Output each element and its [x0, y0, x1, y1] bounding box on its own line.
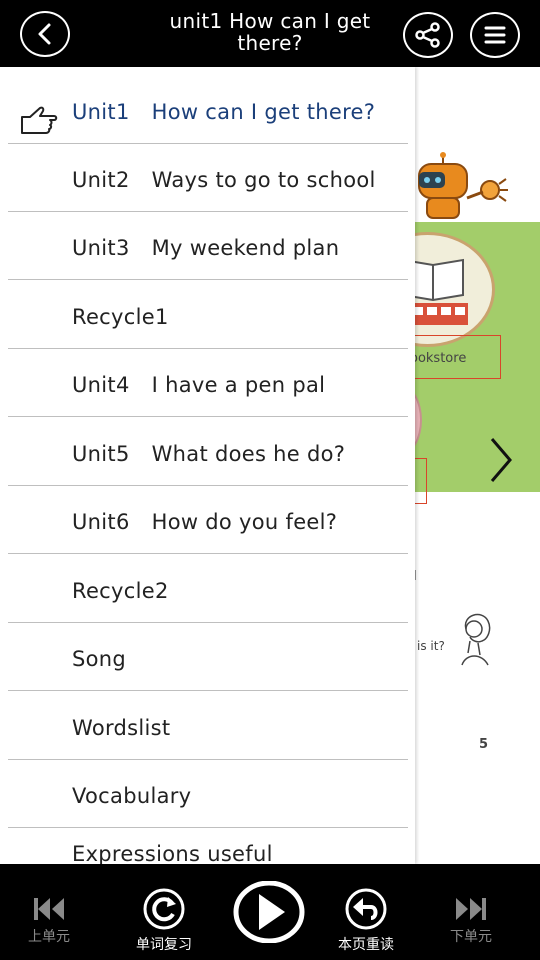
divider	[8, 279, 408, 280]
word-review-button[interactable]: 单词复习	[136, 888, 192, 954]
reread-page-button[interactable]: 本页重读	[338, 888, 394, 954]
menu-item-label: Unit1 How can I get there?	[72, 100, 375, 124]
divider	[8, 759, 408, 760]
menu-item-recycle2[interactable]: Recycle2	[0, 558, 415, 626]
next-unit-button[interactable]: 下单元	[450, 896, 492, 946]
menu-item-expressions[interactable]: Expressions useful	[0, 832, 415, 864]
menu-item-unit2[interactable]: Unit2 Ways to go to school	[0, 147, 415, 215]
menu-item-song[interactable]: Song	[0, 626, 415, 694]
next-unit-label: 下单元	[450, 929, 492, 945]
prev-unit-button[interactable]: 上单元	[28, 896, 70, 946]
robot-illustration	[418, 152, 508, 219]
divider	[8, 416, 408, 417]
skip-forward-icon	[456, 898, 486, 920]
divider	[8, 553, 408, 554]
divider	[8, 485, 408, 486]
divider	[8, 827, 408, 828]
divider	[8, 211, 408, 212]
menu-item-title: My weekend plan	[151, 236, 340, 260]
divider	[8, 143, 408, 144]
pointing-hand-icon	[21, 106, 58, 134]
reread-page-label: 本页重读	[338, 937, 394, 953]
unit-menu-list: Unit1 How can I get there? Unit2 Ways to g…	[0, 67, 415, 864]
chevron-left-icon	[38, 23, 51, 45]
bookstore-label: ookstore	[410, 351, 467, 366]
menu-item-title: What does he do?	[151, 442, 346, 466]
menu-item-title: Ways to go to school	[151, 168, 376, 192]
menu-item-title: I have a pen pal	[151, 373, 326, 397]
menu-item-unit: Unit3	[72, 236, 130, 260]
menu-item-unit6[interactable]: Unit6 How do you feel?	[0, 489, 415, 557]
skip-back-icon	[34, 898, 64, 920]
menu-item-label: Recycle1	[72, 305, 169, 329]
chevron-right-icon[interactable]	[486, 435, 516, 485]
back-button[interactable]	[20, 11, 70, 57]
menu-item-unit4[interactable]: Unit4 I have a pen pal	[0, 352, 415, 420]
page-title: unit1 How can I get there?	[169, 9, 371, 55]
menu-item-unit1[interactable]: Unit1 How can I get there?	[0, 78, 415, 146]
divider	[8, 690, 408, 691]
menu-item-unit5[interactable]: Unit5 What does he do?	[0, 421, 415, 489]
page-number: 5	[479, 737, 489, 752]
menu-item-label: Unit3 My weekend plan	[72, 236, 339, 260]
share-icon	[415, 22, 440, 48]
refresh-icon	[143, 888, 185, 930]
menu-item-label: Unit4 I have a pen pal	[72, 373, 325, 397]
menu-item-label: Unit6 How do you feel?	[72, 510, 337, 534]
menu-item-title: How do you feel?	[151, 510, 338, 534]
menu-item-label: Wordslist	[72, 716, 171, 740]
prev-unit-label: 上单元	[28, 929, 70, 945]
menu-item-label: Song	[72, 647, 127, 671]
menu-item-label: Unit5 What does he do?	[72, 442, 345, 466]
menu-item-title: How can I get there?	[151, 100, 376, 124]
menu-item-unit: Unit1	[72, 100, 130, 124]
divider	[8, 348, 408, 349]
word-review-label: 单词复习	[136, 937, 192, 953]
menu-item-wordslist[interactable]: Wordslist	[0, 695, 415, 763]
menu-item-label: Vocabulary	[72, 784, 192, 808]
play-button[interactable]	[233, 881, 305, 943]
menu-item-vocabulary[interactable]: Vocabulary	[0, 763, 415, 831]
menu-item-unit: Unit4	[72, 373, 130, 397]
play-icon	[233, 881, 305, 943]
top-bar: unit1 How can I get there?	[0, 0, 540, 67]
menu-item-label: Recycle2	[72, 579, 169, 603]
menu-item-unit: Unit5	[72, 442, 130, 466]
menu-item-label: Expressions useful	[72, 842, 273, 864]
girl-sketch	[461, 613, 491, 666]
share-button[interactable]	[403, 12, 453, 58]
menu-item-unit: Unit6	[72, 510, 130, 534]
divider	[8, 622, 408, 623]
menu-item-label: Unit2 Ways to go to school	[72, 168, 376, 192]
menu-item-unit3[interactable]: Unit3 My weekend plan	[0, 215, 415, 283]
hamburger-icon	[484, 26, 506, 44]
menu-item-recycle1[interactable]: Recycle1	[0, 284, 415, 352]
menu-item-unit: Unit2	[72, 168, 130, 192]
bottom-toolbar: 上单元 单词复习 本页重读 下单元	[0, 864, 540, 960]
page-question-text: is it?	[417, 639, 445, 653]
replay-icon	[345, 888, 387, 930]
menu-button[interactable]	[470, 12, 520, 58]
